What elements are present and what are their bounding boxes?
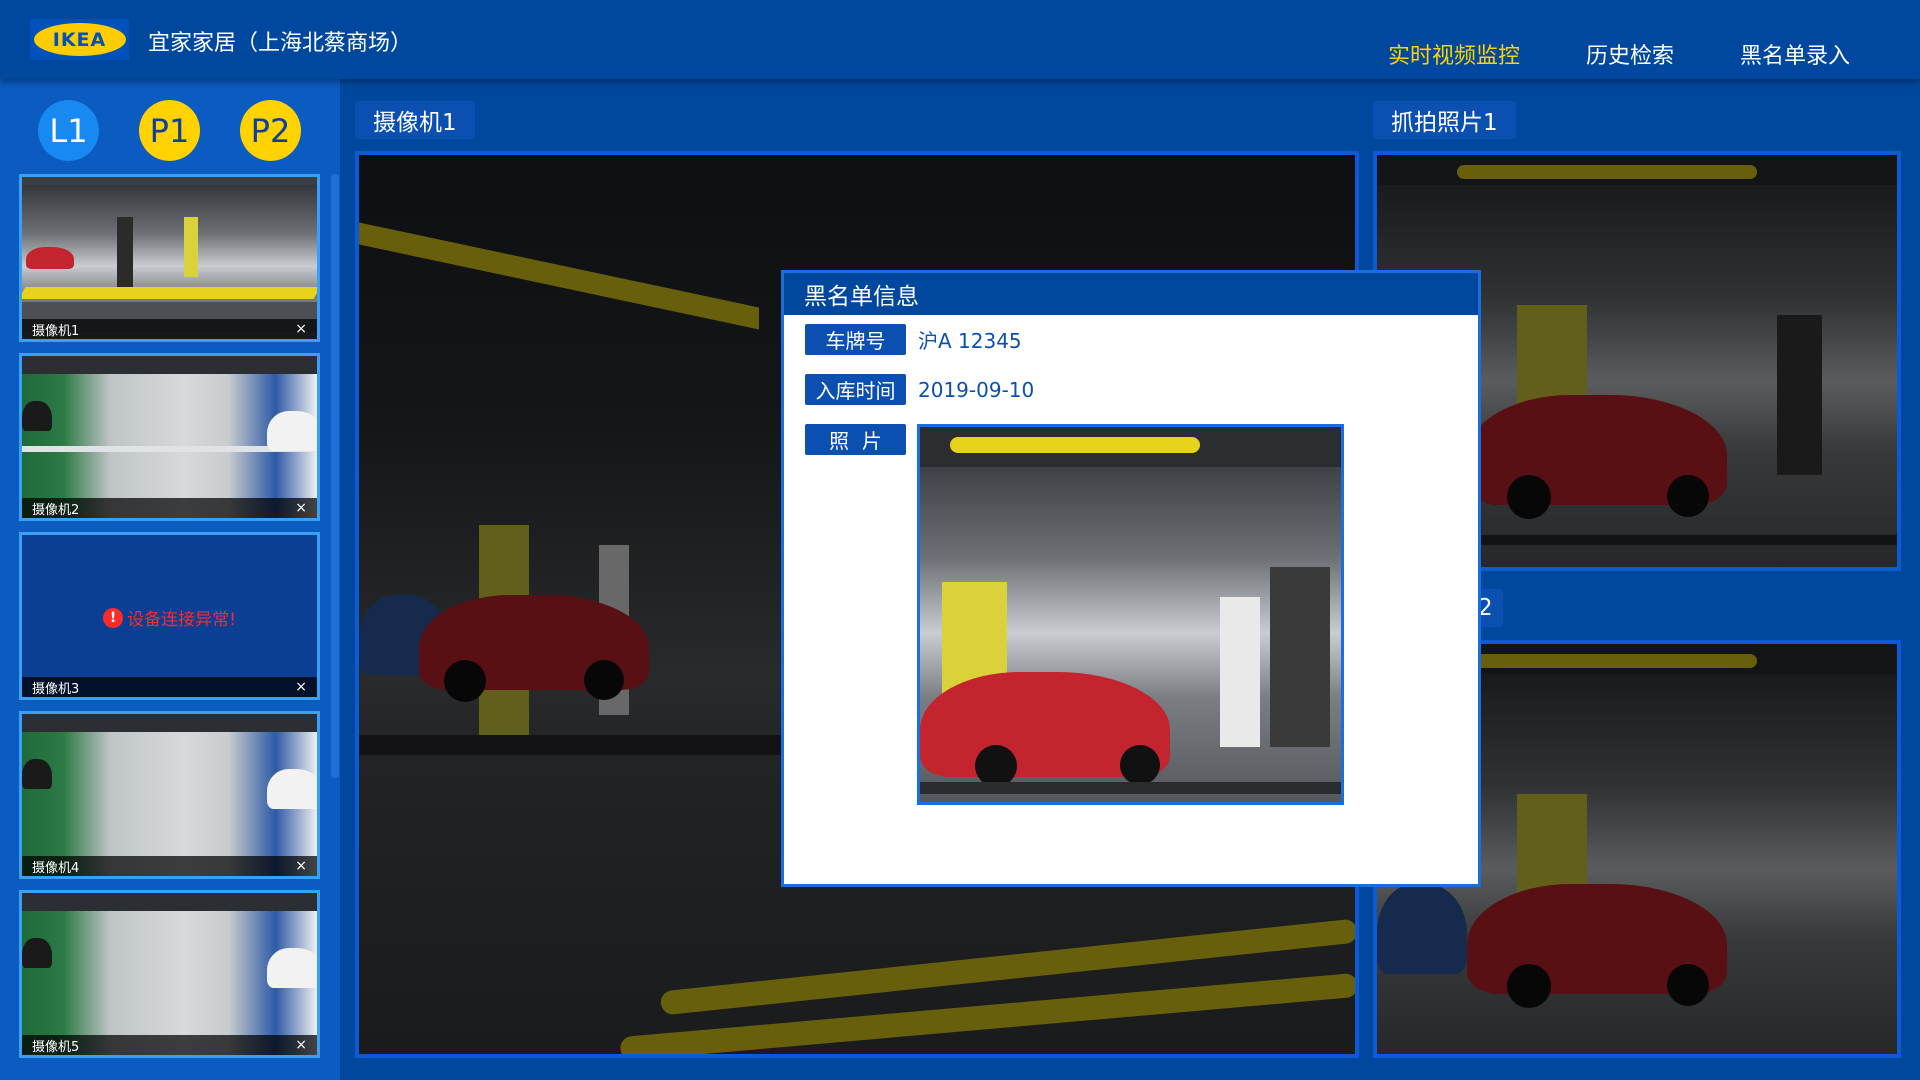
camera-2-label: 摄像机2 [32, 502, 80, 518]
camera-4-footer: 摄像机4 × [22, 856, 317, 876]
modal-title: 黑名单信息 [784, 273, 1478, 315]
camera-5-image [22, 893, 317, 1055]
nav-blacklist-entry[interactable]: 黑名单录入 [1740, 38, 1850, 70]
camera-sidebar: L1 P1 P2 摄像机1 × 摄像机2 × ! 设备连接异常! 摄像机3 × … [0, 79, 340, 1080]
plate-label: 车牌号 [805, 324, 906, 355]
camera-2-image [22, 356, 317, 518]
photo-label: 照 片 [805, 424, 906, 455]
close-icon[interactable]: × [295, 1038, 307, 1052]
camera-4-image [22, 714, 317, 876]
camera-3-error-text: 设备连接异常! [127, 610, 236, 630]
close-icon[interactable]: × [295, 859, 307, 873]
floor-p1-button[interactable]: P1 [139, 100, 200, 161]
blacklist-photo-scene [920, 427, 1341, 802]
snapshot-1-tag: 抓拍照片1 [1373, 101, 1516, 139]
camera-thumbnail-2[interactable]: 摄像机2 × [19, 353, 320, 521]
plate-field: 车牌号 沪A 12345 [805, 324, 1022, 355]
entry-time-field: 入库时间 2019-09-10 [805, 374, 1034, 405]
camera-4-label: 摄像机4 [32, 860, 80, 876]
logo-text: IKEA [52, 28, 107, 51]
logo-oval: IKEA [33, 23, 126, 56]
camera-thumbnail-4[interactable]: 摄像机4 × [19, 711, 320, 879]
blacklist-photo [917, 424, 1344, 805]
camera-list: 摄像机1 × 摄像机2 × ! 设备连接异常! 摄像机3 × 摄像机4 × 摄像… [19, 174, 320, 1069]
floor-p2-button[interactable]: P2 [240, 100, 301, 161]
ikea-logo: IKEA [30, 19, 129, 60]
photo-field: 照 片 [805, 424, 906, 455]
camera-1-label: 摄像机1 [32, 323, 80, 339]
camera-thumbnail-1[interactable]: 摄像机1 × [19, 174, 320, 342]
camera-1-image [22, 177, 317, 339]
nav-live-monitor[interactable]: 实时视频监控 [1388, 38, 1520, 70]
floor-l1-button[interactable]: L1 [38, 100, 99, 161]
close-icon[interactable]: × [295, 501, 307, 515]
top-header: IKEA 宜家家居（上海北蔡商场） 实时视频监控 历史检索 黑名单录入 [0, 0, 1920, 79]
camera-thumbnail-5[interactable]: 摄像机5 × [19, 890, 320, 1058]
plate-value: 沪A 12345 [918, 329, 1022, 353]
store-name: 宜家家居（上海北蔡商场） [148, 31, 413, 56]
sidebar-scrollbar[interactable] [331, 174, 339, 778]
camera-thumbnail-3[interactable]: ! 设备连接异常! 摄像机3 × [19, 532, 320, 700]
close-icon[interactable]: × [295, 680, 307, 694]
blacklist-info-modal: 黑名单信息 车牌号 沪A 12345 入库时间 2019-09-10 照 片 [781, 270, 1481, 887]
main-camera-tag: 摄像机1 [355, 101, 475, 139]
close-icon[interactable]: × [295, 322, 307, 336]
camera-5-footer: 摄像机5 × [22, 1035, 317, 1055]
camera-1-footer: 摄像机1 × [22, 319, 317, 339]
main-nav: 实时视频监控 历史检索 黑名单录入 [1322, 38, 1850, 70]
camera-5-label: 摄像机5 [32, 1039, 80, 1055]
camera-2-footer: 摄像机2 × [22, 498, 317, 518]
camera-3-footer: 摄像机3 × [22, 677, 317, 697]
nav-history-search[interactable]: 历史检索 [1586, 38, 1674, 70]
camera-3-label: 摄像机3 [32, 681, 80, 697]
entry-time-label: 入库时间 [805, 374, 906, 405]
camera-3-error-message: ! 设备连接异常! [22, 605, 317, 630]
floor-selector: L1 P1 P2 [38, 100, 301, 161]
entry-time-value: 2019-09-10 [918, 377, 1035, 402]
error-icon: ! [103, 607, 124, 628]
